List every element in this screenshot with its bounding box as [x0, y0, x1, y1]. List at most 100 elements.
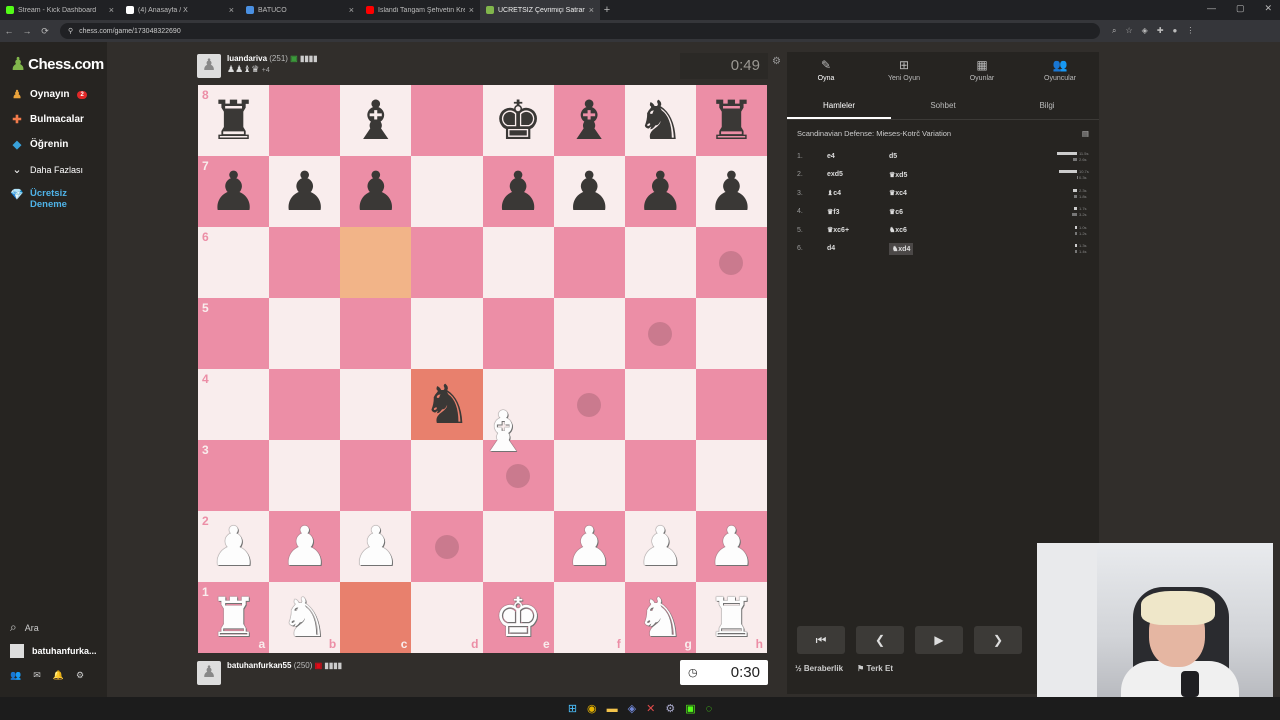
square-h8[interactable]: ♜ — [695, 85, 767, 156]
legal-move-dot[interactable] — [506, 463, 531, 488]
user-item[interactable]: batuhanfurka... — [10, 644, 97, 658]
square-e2[interactable] — [482, 511, 554, 582]
search-item[interactable]: ⌕ Ara — [10, 620, 39, 635]
white-king-icon[interactable]: ♚ — [494, 590, 542, 645]
discord-icon[interactable]: ◈ — [628, 702, 636, 715]
square-g6[interactable] — [624, 227, 696, 298]
black-knight-icon[interactable]: ♞ — [423, 377, 471, 432]
square-f2[interactable]: ♟ — [553, 511, 625, 582]
square-g3[interactable] — [624, 440, 696, 511]
square-c1[interactable]: c — [340, 582, 412, 653]
square-a5[interactable]: 5 — [198, 298, 270, 369]
chess-board[interactable]: 8 ♜ ♝ ♚ ♝ ♞ ♜ 7 ♟ ♟ ♟ ♟ ♟ ♟ ♟ 6 5 4 ♞ 3 2 ♟ ♟ ♟ ♟ ♟ ♟ 1 a ♜ b ♞ c d e ♚ f g ♞ h… — [198, 85, 767, 653]
black-knight-icon[interactable]: ♞ — [636, 93, 684, 148]
extension-icon[interactable]: ◈ — [1142, 26, 1148, 36]
zoom-icon[interactable]: ⌕ — [1112, 26, 1116, 36]
square-a1[interactable]: 1 a ♜ — [198, 582, 270, 653]
friends-icon[interactable]: 👥 — [10, 670, 21, 681]
black-pawn-icon[interactable]: ♟ — [707, 164, 755, 219]
legal-move-dot[interactable] — [719, 250, 744, 275]
dragging-piece-white-bishop[interactable]: ♝ — [478, 400, 528, 465]
browser-tab[interactable]: Stream - Kick Dashboard × — [0, 0, 120, 20]
square-h3[interactable] — [695, 440, 767, 511]
steam-icon[interactable]: ⚙ — [665, 702, 675, 715]
tab-info[interactable]: Bilgi — [995, 92, 1099, 119]
black-move[interactable]: ♛xc4 — [889, 189, 1039, 197]
reload-icon[interactable]: ⟳ — [36, 26, 54, 37]
app-icon[interactable]: ✕ — [646, 702, 655, 715]
white-move[interactable]: e4 — [827, 153, 889, 160]
chrome-icon[interactable]: ◉ — [587, 702, 597, 715]
square-d7[interactable] — [411, 156, 483, 227]
tab-players[interactable]: 👥 Oyuncular — [1021, 52, 1099, 92]
site-info-icon[interactable]: ⚲ — [68, 27, 73, 35]
previous-move-button[interactable]: ❮ — [856, 626, 904, 654]
black-move[interactable]: ♛c6 — [889, 208, 1039, 216]
browser-tab[interactable]: (4) Anasayfa / X × — [120, 0, 240, 20]
square-c4[interactable] — [340, 369, 412, 440]
url-field[interactable]: ⚲ chess.com/game/173048322690 — [60, 23, 1100, 39]
maximize-icon[interactable]: ▢ — [1236, 3, 1245, 14]
black-pawn-icon[interactable]: ♟ — [494, 164, 542, 219]
square-d2[interactable] — [411, 511, 483, 582]
square-a7[interactable]: 7 ♟ — [198, 156, 270, 227]
square-g5[interactable] — [624, 298, 696, 369]
white-move[interactable]: d4 — [827, 245, 889, 252]
square-a3[interactable]: 3 — [198, 440, 270, 511]
notifications-icon[interactable]: 🔔 — [53, 670, 64, 681]
white-rook-icon[interactable]: ♜ — [209, 590, 257, 645]
square-h2[interactable]: ♟ — [695, 511, 767, 582]
square-b8[interactable] — [269, 85, 341, 156]
square-f7[interactable]: ♟ — [553, 156, 625, 227]
square-c2[interactable]: ♟ — [340, 511, 412, 582]
square-b7[interactable]: ♟ — [269, 156, 341, 227]
square-g4[interactable] — [624, 369, 696, 440]
square-d1[interactable]: d — [411, 582, 483, 653]
square-a6[interactable]: 6 — [198, 227, 270, 298]
square-b6[interactable] — [269, 227, 341, 298]
square-g7[interactable]: ♟ — [624, 156, 696, 227]
close-icon[interactable]: × — [109, 5, 114, 15]
white-move[interactable]: ♛f3 — [827, 208, 889, 216]
star-icon[interactable]: ☆ — [1125, 26, 1132, 36]
square-b5[interactable] — [269, 298, 341, 369]
white-pawn-icon[interactable]: ♟ — [209, 519, 257, 574]
square-c8[interactable]: ♝ — [340, 85, 412, 156]
browser-tab[interactable]: BATUCO × — [240, 0, 360, 20]
square-d4[interactable]: ♞ — [411, 369, 483, 440]
black-rook-icon[interactable]: ♜ — [707, 93, 755, 148]
tab-play[interactable]: ✎ Oyna — [787, 52, 865, 92]
resign-button[interactable]: ⚑ Terk Et — [857, 664, 893, 673]
opponent-name[interactable]: luandariva — [227, 54, 267, 63]
black-rook-icon[interactable]: ♜ — [209, 93, 257, 148]
tab-new-game[interactable]: ⊞ Yeni Oyun — [865, 52, 943, 92]
player-avatar[interactable]: ♟ — [197, 661, 221, 685]
white-rook-icon[interactable]: ♜ — [707, 590, 755, 645]
square-h6[interactable] — [695, 227, 767, 298]
last-move-button[interactable]: ❯ — [974, 626, 1022, 654]
minimize-icon[interactable]: — — [1207, 3, 1216, 14]
misc-icon[interactable]: ◌ — [706, 703, 713, 715]
tab-games[interactable]: ▦ Oyunlar — [943, 52, 1021, 92]
white-pawn-icon[interactable]: ♟ — [707, 519, 755, 574]
opponent-avatar[interactable]: ♟ — [197, 54, 221, 78]
tab-chat[interactable]: Sohbet — [891, 92, 995, 119]
square-g1[interactable]: g ♞ — [624, 582, 696, 653]
obs-icon[interactable]: ▣ — [685, 702, 695, 715]
first-move-button[interactable]: ⏮ — [797, 626, 845, 654]
square-f4[interactable] — [553, 369, 625, 440]
white-pawn-icon[interactable]: ♟ — [636, 519, 684, 574]
close-icon[interactable]: × — [229, 5, 234, 15]
square-a2[interactable]: 2 ♟ — [198, 511, 270, 582]
square-c5[interactable] — [340, 298, 412, 369]
black-king-icon[interactable]: ♚ — [494, 93, 542, 148]
square-d6[interactable] — [411, 227, 483, 298]
black-pawn-icon[interactable]: ♟ — [209, 164, 257, 219]
square-d3[interactable] — [411, 440, 483, 511]
player-name[interactable]: batuhanfurkan55 — [227, 661, 291, 670]
folder-icon[interactable]: ▬ — [607, 703, 618, 715]
square-g8[interactable]: ♞ — [624, 85, 696, 156]
black-bishop-icon[interactable]: ♝ — [352, 93, 400, 148]
book-icon[interactable]: ▤ — [1082, 129, 1089, 138]
sidebar-item-puzzles[interactable]: ✚ Bulmacalar — [10, 113, 84, 126]
